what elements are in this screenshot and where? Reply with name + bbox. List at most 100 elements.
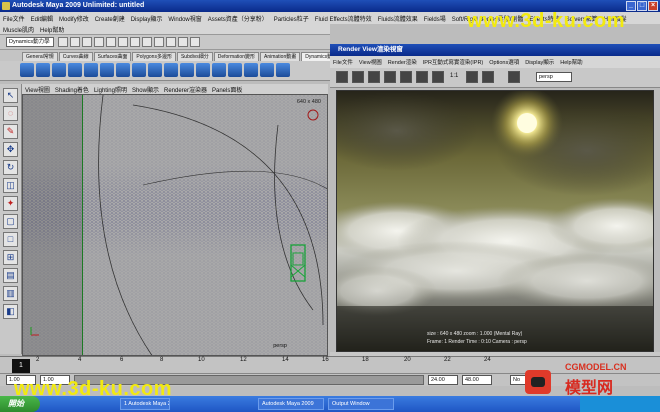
minimize-button[interactable]: _ bbox=[626, 1, 636, 11]
manipulator-icon[interactable]: ✦ bbox=[3, 196, 18, 211]
bevel-icon[interactable] bbox=[228, 63, 242, 77]
separate-icon[interactable] bbox=[148, 63, 162, 77]
single-perspective-icon[interactable]: □ bbox=[3, 232, 18, 247]
render-camera-select[interactable]: persp bbox=[536, 72, 572, 82]
keep-image-icon[interactable] bbox=[466, 71, 478, 83]
shelf-tab-surfaces[interactable]: Surfaces曲面 bbox=[93, 52, 132, 61]
menu-particles[interactable]: Particles粒子 bbox=[274, 14, 309, 23]
panel-menu-shading[interactable]: Shading着色 bbox=[55, 85, 89, 94]
render-frame-icon[interactable] bbox=[166, 37, 176, 47]
panel-menu-renderer[interactable]: Renderer渲染器 bbox=[164, 85, 207, 94]
lasso-tool-icon[interactable]: ◌ bbox=[3, 106, 18, 121]
save-scene-icon[interactable] bbox=[82, 37, 92, 47]
split-icon[interactable] bbox=[212, 63, 226, 77]
taskbar-item[interactable]: Output Window bbox=[328, 398, 394, 410]
mirror-icon[interactable] bbox=[260, 63, 274, 77]
shelf-tab-subdivs[interactable]: Subdivs細分 bbox=[176, 52, 213, 61]
perspective-viewport[interactable]: 640 x 480 persp bbox=[22, 94, 328, 356]
scale-tool-icon[interactable]: ◫ bbox=[3, 178, 18, 193]
snap-point-icon[interactable] bbox=[154, 37, 164, 47]
remove-image-icon[interactable] bbox=[482, 71, 494, 83]
select-hierarchy-icon[interactable] bbox=[94, 37, 104, 47]
shelf-tab-curves[interactable]: Curves曲線 bbox=[58, 52, 93, 61]
cylinder-icon[interactable] bbox=[52, 63, 66, 77]
ipr-render-icon[interactable] bbox=[178, 37, 188, 47]
status-line: Dynamics動力學 bbox=[0, 34, 330, 50]
render-view-title-bar: Render View渲染視窗 bbox=[330, 44, 660, 56]
plane-icon[interactable] bbox=[84, 63, 98, 77]
menu-create[interactable]: Create創建 bbox=[95, 14, 125, 23]
select-component-icon[interactable] bbox=[118, 37, 128, 47]
rv-menu-display[interactable]: Display顯示 bbox=[525, 58, 554, 66]
panel-menu-lighting[interactable]: Lighting照明 bbox=[94, 85, 127, 94]
menu-display[interactable]: Display顯示 bbox=[131, 14, 163, 23]
open-scene-icon[interactable] bbox=[70, 37, 80, 47]
extrude-icon[interactable] bbox=[164, 63, 178, 77]
rv-menu-ipr[interactable]: IPR互動式寫實渲染(IPR) bbox=[423, 58, 484, 66]
combine-icon[interactable] bbox=[132, 63, 146, 77]
panel-menu-show[interactable]: Show顯示 bbox=[132, 85, 159, 94]
cube-icon[interactable] bbox=[36, 63, 50, 77]
soften-icon[interactable] bbox=[276, 63, 290, 77]
menu-assets[interactable]: Assets資產（分享粉） bbox=[208, 14, 268, 23]
ipr-render-icon[interactable] bbox=[352, 71, 364, 83]
four-view-icon[interactable]: ⊞ bbox=[3, 250, 18, 265]
shelf-tab-animation[interactable]: Animation動畫 bbox=[259, 52, 301, 61]
append-icon[interactable] bbox=[196, 63, 210, 77]
rgb-channels-icon[interactable] bbox=[416, 71, 428, 83]
menu-edit[interactable]: Edit編輯 bbox=[31, 14, 53, 23]
last-tool-icon[interactable]: ▢ bbox=[3, 214, 18, 229]
shelf-tab-general[interactable]: General常規 bbox=[22, 52, 58, 61]
move-tool-icon[interactable]: ✥ bbox=[3, 142, 18, 157]
cone-icon[interactable] bbox=[68, 63, 82, 77]
new-scene-icon[interactable] bbox=[58, 37, 68, 47]
persp-outliner-icon[interactable]: ▤ bbox=[3, 268, 18, 283]
refresh-icon[interactable] bbox=[368, 71, 380, 83]
real-size-ratio[interactable]: 1:1 bbox=[450, 73, 458, 79]
rv-menu-help[interactable]: Help幫助 bbox=[560, 58, 582, 66]
close-button[interactable]: × bbox=[648, 1, 658, 11]
range-end-field[interactable]: 24.00 bbox=[428, 375, 458, 385]
rv-menu-render[interactable]: Render渲染 bbox=[388, 58, 417, 66]
bridge-icon[interactable] bbox=[180, 63, 194, 77]
menu-help[interactable]: Help幫助 bbox=[40, 25, 64, 34]
menu-set-select[interactable]: Dynamics動力學 bbox=[6, 37, 54, 47]
redo-render-icon[interactable] bbox=[336, 71, 348, 83]
menu-modify[interactable]: Modify修改 bbox=[59, 14, 89, 23]
alpha-channel-icon[interactable] bbox=[432, 71, 444, 83]
render-camera-icon[interactable] bbox=[508, 71, 520, 83]
rotate-tool-icon[interactable]: ↻ bbox=[3, 160, 18, 175]
menu-fields[interactable]: Fields場 bbox=[424, 14, 446, 23]
rv-menu-options[interactable]: Options選項 bbox=[489, 58, 519, 66]
maximize-button[interactable]: □ bbox=[637, 1, 647, 11]
sphere-icon[interactable] bbox=[20, 63, 34, 77]
panel-menu-panels[interactable]: Panels面板 bbox=[212, 85, 242, 94]
current-frame-marker[interactable]: 1 bbox=[12, 359, 30, 373]
menu-window[interactable]: Window視窗 bbox=[168, 14, 201, 23]
panel-menu-view[interactable]: View視圖 bbox=[25, 85, 50, 94]
render-view-bottom-frame bbox=[330, 352, 660, 356]
persp-graph-icon[interactable]: ▥ bbox=[3, 286, 18, 301]
hypershade-icon[interactable]: ◧ bbox=[3, 304, 18, 319]
rv-menu-view[interactable]: View視圖 bbox=[359, 58, 382, 66]
render-region-icon[interactable] bbox=[384, 71, 396, 83]
snap-grid-icon[interactable] bbox=[130, 37, 140, 47]
shelf-tab-polygons[interactable]: Polygons多邊形 bbox=[132, 52, 176, 61]
pyramid-icon[interactable] bbox=[116, 63, 130, 77]
snapshot-icon[interactable] bbox=[400, 71, 412, 83]
end-time-field[interactable]: 48.00 bbox=[462, 375, 492, 385]
menu-file[interactable]: File文件 bbox=[3, 14, 25, 23]
taskbar-item[interactable]: Autodesk Maya 2009 bbox=[258, 398, 324, 410]
select-tool-icon[interactable]: ↖ bbox=[3, 88, 18, 103]
smooth-icon[interactable] bbox=[244, 63, 258, 77]
shelf-tab-deformation[interactable]: Deformation變形 bbox=[213, 52, 259, 61]
menu-fluid-effects[interactable]: Fluid Effects流體特效 bbox=[315, 14, 372, 23]
select-object-icon[interactable] bbox=[106, 37, 116, 47]
snap-curve-icon[interactable] bbox=[142, 37, 152, 47]
torus-icon[interactable] bbox=[100, 63, 114, 77]
paint-select-icon[interactable]: ✎ bbox=[3, 124, 18, 139]
render-settings-icon[interactable] bbox=[190, 37, 200, 47]
menu-fluids[interactable]: Fluids流體效果 bbox=[378, 14, 418, 23]
menu-muscle[interactable]: Muscle肌肉 bbox=[3, 25, 34, 34]
rv-menu-file[interactable]: File文件 bbox=[333, 58, 353, 66]
